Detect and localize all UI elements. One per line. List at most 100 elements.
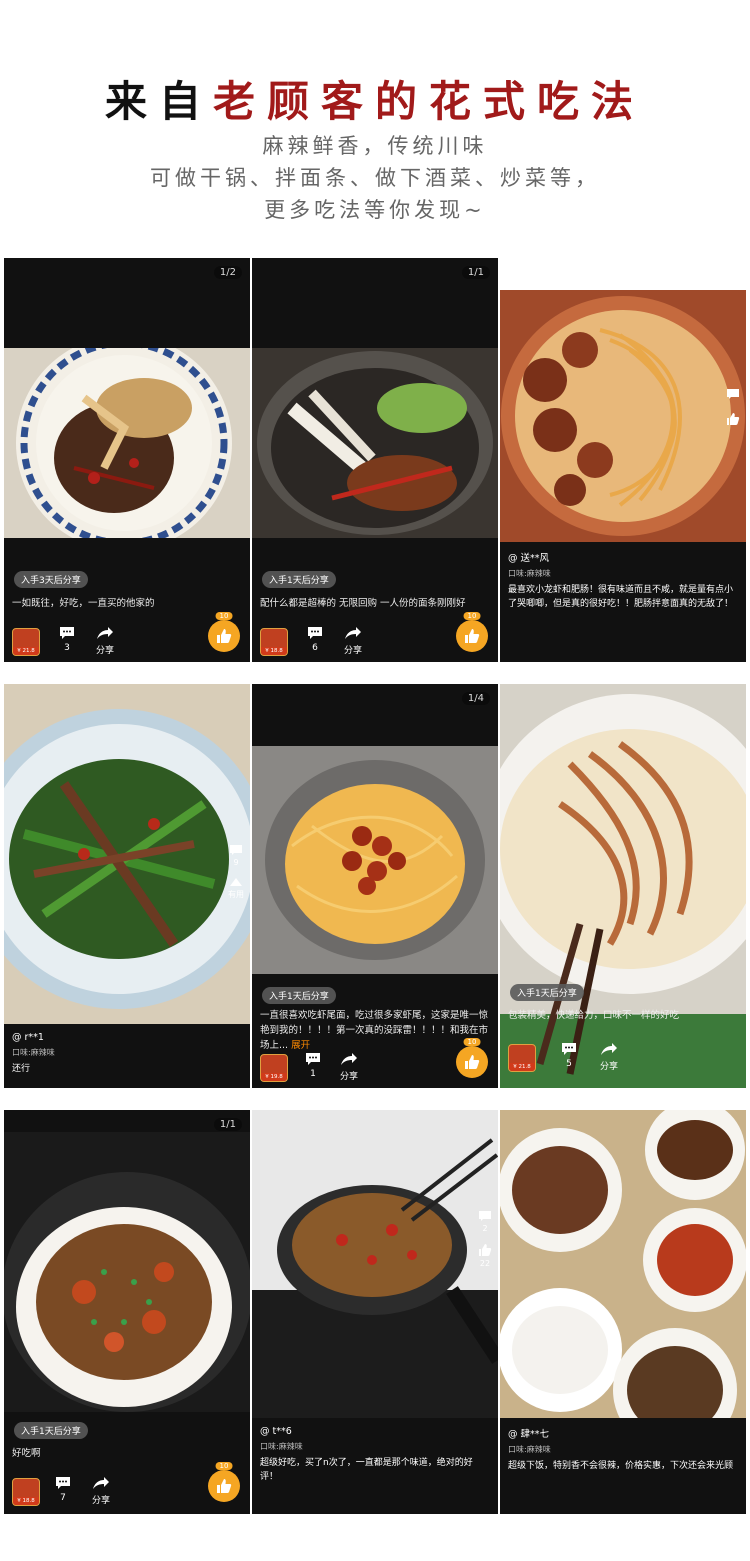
product-thumbnail[interactable]: ¥ 18.8	[260, 628, 288, 656]
review-text-block: @ 送**风 口味:麻辣味 最喜欢小龙虾和肥肠！很有味道而且不咸，就是量有点小了…	[500, 542, 746, 662]
review-card[interactable]: 2 22 @ t**6 口味:麻辣味 超级好吃，买了n次了，一直都是那个味道，绝…	[252, 1110, 498, 1514]
plate-with-tripe-illustration	[4, 348, 250, 538]
comment-count: 5	[566, 1059, 572, 1069]
thumbs-up-icon	[479, 1244, 492, 1256]
page-indicator: 1/4	[461, 692, 490, 705]
card-action-bar: ¥ 21.8 3 分享 10	[4, 612, 250, 662]
like-button[interactable]: 10	[208, 1462, 240, 1502]
share-label: 分享	[339, 1072, 358, 1082]
share-label: 分享	[599, 1062, 618, 1072]
review-caption: 配什么都是超棒的 无限回购 一人份的面条刚刚好	[260, 598, 466, 609]
side-comment-button[interactable]: 2	[478, 1210, 492, 1233]
share-icon	[345, 627, 361, 639]
review-caption: 好吃啊	[12, 1448, 41, 1459]
triangle-up-icon	[230, 878, 242, 886]
review-card[interactable]: 1/2 入手3天后分享 一如既往，好吃，一直买的他家的 ¥ 21.8 3 分享 …	[4, 258, 250, 662]
review-card[interactable]: @ 送**风 口味:麻辣味 最喜欢小龙虾和肥肠！很有味道而且不咸，就是量有点小了…	[500, 258, 746, 662]
review-card[interactable]: @ 肆**七 口味:麻辣味 超级下饭，特别香不会很辣，价格实惠，下次还会来光顾	[500, 1110, 746, 1514]
review-text: 最喜欢小龙虾和肥肠！很有味道而且不咸，就是量有点小了哭唧唧，但是真的很好吃！！肥…	[508, 585, 734, 609]
side-comment-count: 9	[233, 858, 239, 867]
comment-count: 1	[310, 1069, 316, 1079]
food-photo	[4, 684, 250, 1024]
review-caption: 一直很喜欢吃虾尾面，吃过很多家虾尾，这家是唯一惊艳到我的！！！！第一次真的没踩雷…	[260, 1008, 490, 1053]
review-text: 超级下饭，特别香不会很辣，价格实惠，下次还会来光顾	[508, 1461, 734, 1471]
comment-icon	[56, 1477, 70, 1489]
reviewer-name: @ 送**风	[508, 553, 550, 564]
review-caption: 包装精美，快递给力，口味不一样的好吃	[508, 1010, 680, 1021]
side-comment-button[interactable]	[726, 388, 740, 402]
crawfish-noodles-illustration	[252, 746, 498, 974]
like-count: 10	[463, 1038, 481, 1046]
review-card[interactable]: 1/1 入手1天后分享 好吃啊 ¥ 18.8 7 分享 10	[4, 1110, 250, 1514]
comment-icon	[479, 1211, 491, 1221]
page-title: 来自老顾客的花式吃法	[0, 68, 750, 129]
side-like-button[interactable]: 22	[478, 1243, 492, 1268]
like-count: 10	[215, 612, 233, 620]
like-button[interactable]: 10	[456, 612, 488, 652]
product-thumbnail[interactable]: ¥ 21.8	[508, 1044, 536, 1072]
food-photo	[252, 1110, 498, 1450]
review-text: 超级好吃，买了n次了，一直都是那个味道，绝对的好评！	[260, 1458, 473, 1482]
tripe-noodle-bowl-illustration	[500, 684, 746, 1088]
food-photo	[252, 746, 498, 974]
tagline-1: 麻辣鲜香，传统川味	[262, 134, 488, 158]
review-card[interactable]: 1/1 入手1天后分享 配什么都是超棒的 无限回购 一人份的面条刚刚好 ¥ 18…	[252, 258, 498, 662]
comment-button[interactable]: 5	[552, 1042, 586, 1069]
like-count: 10	[463, 612, 481, 620]
bowl-with-noodles-illustration	[252, 348, 498, 538]
review-text-block: @ 肆**七 口味:麻辣味 超级下饭，特别香不会很辣，价格实惠，下次还会来光顾	[500, 1418, 746, 1514]
review-card[interactable]: 9 有用 @ r**1 口味:麻辣味 还行	[4, 684, 250, 1088]
comment-icon	[727, 389, 739, 399]
product-thumbnail[interactable]: ¥ 21.8	[12, 628, 40, 656]
side-useful-button[interactable]: 有用	[228, 877, 244, 900]
share-icon	[97, 627, 113, 639]
food-photo	[4, 348, 250, 538]
share-time-badge: 入手1天后分享	[262, 987, 336, 1004]
title-prefix: 来自	[104, 77, 213, 126]
product-thumbnail[interactable]: ¥ 19.8	[260, 1054, 288, 1082]
comment-button[interactable]: 1	[296, 1052, 330, 1079]
promo-header: 来自老顾客的花式吃法 麻辣鲜香，传统川味 可做干锅、拌面条、做下酒菜、炒菜等， …	[0, 0, 750, 250]
comment-button[interactable]: 6	[298, 626, 332, 653]
tagline-2: 可做干锅、拌面条、做下酒菜、炒菜等，	[150, 166, 600, 190]
comment-icon	[60, 627, 74, 639]
card-action-bar: ¥ 19.8 1 分享 10	[252, 1038, 498, 1088]
side-actions: 2 22	[478, 1210, 492, 1278]
food-photo	[500, 1110, 746, 1450]
reviewer-name: @ t**6	[260, 1426, 292, 1437]
reviewer-name: @ r**1	[12, 1032, 44, 1043]
share-label: 分享	[95, 646, 114, 656]
reviewer-name: @ 肆**七	[508, 1429, 550, 1440]
like-button[interactable]: 10	[456, 1038, 488, 1078]
side-comment-button[interactable]: 9	[228, 844, 244, 867]
side-like-count: 22	[479, 1259, 491, 1268]
side-like-button[interactable]	[726, 412, 740, 428]
flavor-label: 口味:麻辣味	[260, 1442, 303, 1451]
share-button[interactable]: 分享	[84, 1476, 118, 1506]
product-thumbnail[interactable]: ¥ 18.8	[12, 1478, 40, 1506]
comment-icon	[306, 1053, 320, 1065]
like-count: 10	[215, 1462, 233, 1470]
side-actions	[726, 388, 740, 438]
share-button[interactable]: 分享	[332, 1052, 366, 1082]
share-button[interactable]: 分享	[592, 1042, 626, 1072]
review-card[interactable]: 1/4 入手1天后分享 一直很喜欢吃虾尾面，吃过很多家虾尾，这家是唯一惊艳到我的…	[252, 684, 498, 1088]
comment-icon	[308, 627, 322, 639]
like-button[interactable]: 10	[208, 612, 240, 652]
comment-button[interactable]: 3	[50, 626, 84, 653]
flavor-label: 口味:麻辣味	[508, 569, 551, 578]
share-time-badge: 入手1天后分享	[262, 571, 336, 588]
review-card[interactable]: 入手1天后分享 包装精美，快递给力，口味不一样的好吃 ¥ 21.8 5 分享	[500, 684, 746, 1088]
comment-button[interactable]: 7	[46, 1476, 80, 1503]
review-text-block: @ r**1 口味:麻辣味 还行	[4, 1024, 250, 1088]
comment-count: 6	[312, 643, 318, 653]
comment-count: 3	[64, 643, 70, 653]
comment-icon	[230, 845, 242, 855]
share-button[interactable]: 分享	[336, 626, 370, 656]
page-indicator: 1/1	[213, 1118, 242, 1131]
review-text-block: @ t**6 口味:麻辣味 超级好吃，买了n次了，一直都是那个味道，绝对的好评！	[252, 1418, 498, 1514]
thumbs-up-icon	[727, 413, 740, 425]
side-comment-count: 2	[482, 1224, 488, 1233]
share-icon	[93, 1477, 109, 1489]
share-button[interactable]: 分享	[88, 626, 122, 656]
